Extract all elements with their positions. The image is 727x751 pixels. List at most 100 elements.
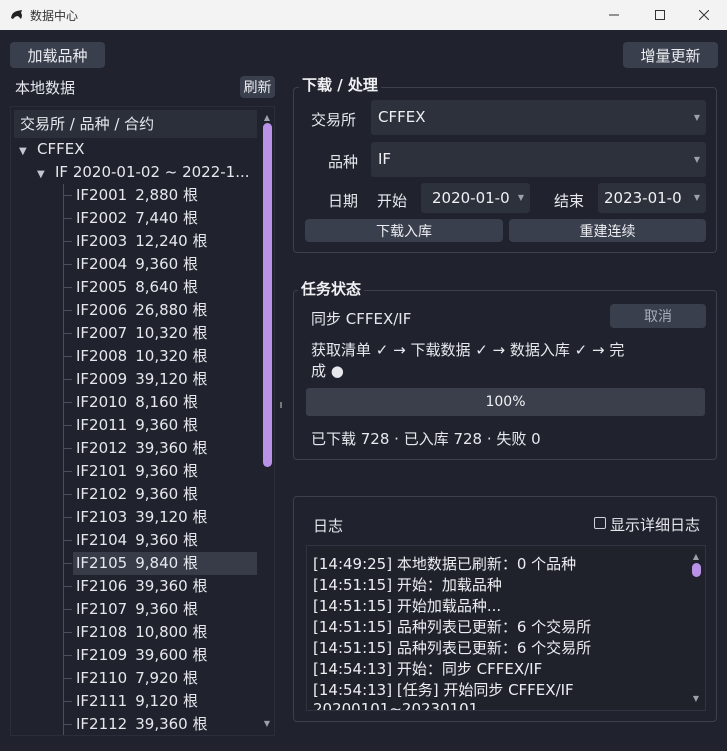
tree-guide-branch xyxy=(63,563,72,564)
title-bar: 数据中心 xyxy=(0,0,727,30)
close-icon[interactable] xyxy=(681,0,727,30)
task-progress-bar: 100% xyxy=(306,388,705,416)
tree-guide-branch xyxy=(63,333,72,334)
contract-code: IF2106 xyxy=(76,577,128,595)
contract-code: IF2010 xyxy=(76,393,128,411)
tree-contract-row[interactable]: IF2104 9,360 根 xyxy=(73,529,257,552)
tree-contract-row[interactable]: IF2112 39,360 根 xyxy=(73,713,257,735)
tree-guide-branch xyxy=(63,540,72,541)
tree-contract-row[interactable]: IF2010 8,160 根 xyxy=(73,391,257,414)
dropdown-arrow-icon: ▼ xyxy=(693,113,700,122)
tree-contract-row[interactable]: IF2102 9,360 根 xyxy=(73,483,257,506)
tree-contract-row[interactable]: IF2107 9,360 根 xyxy=(73,598,257,621)
log-output[interactable]: [14:49:25] 本地数据已刷新：0 个品种 [14:51:15] 开始：加载… xyxy=(306,545,706,711)
minimize-icon[interactable] xyxy=(591,0,637,30)
scrollbar-thumb[interactable] xyxy=(692,563,701,577)
contract-code: IF2008 xyxy=(76,347,128,365)
detail-log-label[interactable]: 显示详细日志 xyxy=(610,514,700,535)
tree-contract-row[interactable]: IF2109 39,600 根 xyxy=(73,644,257,667)
product-label: 品种 xyxy=(328,153,359,171)
tree-guide-branch xyxy=(63,517,72,518)
expand-chevron-icon[interactable]: ▼ xyxy=(37,163,55,186)
tree-guide-branch xyxy=(63,287,72,288)
scroll-down-arrow-icon[interactable]: ▼ xyxy=(691,694,701,703)
task-steps-line2: 成 ● xyxy=(311,362,344,380)
tree-contract-row[interactable]: IF2006 26,880 根 xyxy=(73,299,257,322)
cancel-button[interactable]: 取消 xyxy=(610,304,706,328)
start-date-input[interactable]: 2020-01-0 ▼ xyxy=(421,183,530,213)
log-line: [14:51:15] 开始：加载品种 xyxy=(313,576,502,594)
contract-code: IF2112 xyxy=(76,715,128,733)
contract-code: IF2110 xyxy=(76,669,128,687)
contract-bar-count: 10,320 根 xyxy=(135,324,208,342)
tree-guide-branch xyxy=(63,448,72,449)
load-products-button[interactable]: 加载品种 xyxy=(10,42,105,68)
contract-code: IF2004 xyxy=(76,255,128,273)
log-line: 20200101~20230101 xyxy=(313,700,479,711)
tree-contract-row[interactable]: IF2009 39,120 根 xyxy=(73,368,257,391)
log-line: [14:49:25] 本地数据已刷新：0 个品种 xyxy=(313,555,577,573)
tree-contract-row[interactable]: IF2111 9,120 根 xyxy=(73,690,257,713)
tree-guide-branch xyxy=(63,609,72,610)
tree-guide-branch xyxy=(63,402,72,403)
tree-contract-row[interactable]: IF2001 2,880 根 xyxy=(73,184,257,207)
tree-contract-row[interactable]: IF2004 9,360 根 xyxy=(73,253,257,276)
contract-bar-count: 10,800 根 xyxy=(135,623,208,641)
exchange-select[interactable]: CFFEX ▼ xyxy=(371,100,706,135)
contract-code: IF2109 xyxy=(76,646,128,664)
contract-bar-count: 10,320 根 xyxy=(135,347,208,365)
contract-bar-count: 12,240 根 xyxy=(135,232,208,250)
expand-chevron-icon[interactable]: ▼ xyxy=(19,140,37,163)
tree-guide-branch xyxy=(63,724,72,725)
contract-bar-count: 26,880 根 xyxy=(135,301,208,319)
incremental-update-button[interactable]: 增量更新 xyxy=(623,42,718,68)
log-line: [14:54:13] [任务] 开始同步 CFFEX/IF xyxy=(313,681,574,699)
start-date-value: 2020-01-0 xyxy=(432,189,510,207)
tree-guide-branch xyxy=(63,494,72,495)
log-title: 日志 xyxy=(313,517,344,535)
tree-contract-row[interactable]: IF2007 10,320 根 xyxy=(73,322,257,345)
tree-guide-branch xyxy=(63,264,72,265)
product-label: IF 2020-01-02 ~ 2022-1... xyxy=(55,163,250,181)
scrollbar-thumb[interactable] xyxy=(263,123,272,467)
tree-contract-row[interactable]: IF2103 39,120 根 xyxy=(73,506,257,529)
contract-bar-count: 39,360 根 xyxy=(135,715,208,733)
splitter-handle[interactable] xyxy=(280,402,282,408)
scroll-down-arrow-icon[interactable]: ▼ xyxy=(262,719,272,728)
contract-code: IF2006 xyxy=(76,301,128,319)
tree-product-row[interactable]: ▼ IF 2020-01-02 ~ 2022-1... xyxy=(37,161,250,184)
dropdown-arrow-icon: ▼ xyxy=(693,155,700,164)
maximize-icon[interactable] xyxy=(637,0,683,30)
tree-contract-row[interactable]: IF2110 7,920 根 xyxy=(73,667,257,690)
contract-bar-count: 9,840 根 xyxy=(135,554,198,572)
tree-contract-row[interactable]: IF2106 39,360 根 xyxy=(73,575,257,598)
detail-log-checkbox[interactable] xyxy=(594,517,606,529)
scroll-up-arrow-icon[interactable]: ▲ xyxy=(262,113,272,122)
refresh-button[interactable]: 刷新 xyxy=(240,76,275,98)
product-select[interactable]: IF ▼ xyxy=(371,142,706,177)
log-scrollbar[interactable]: ▲ ▼ xyxy=(689,546,703,710)
tree-contract-row[interactable]: IF2108 10,800 根 xyxy=(73,621,257,644)
dropdown-arrow-icon: ▼ xyxy=(693,193,700,202)
tree-exchange-row[interactable]: ▼ CFFEX xyxy=(19,138,84,161)
scroll-up-arrow-icon[interactable]: ▲ xyxy=(691,552,701,561)
download-import-button[interactable]: 下载入库 xyxy=(305,219,503,242)
contract-code: IF2009 xyxy=(76,370,128,388)
contract-bar-count: 7,440 根 xyxy=(135,209,198,227)
end-date-value: 2023-01-0 xyxy=(604,189,682,207)
tree-contract-row[interactable]: IF2011 9,360 根 xyxy=(73,414,257,437)
tree-contract-row[interactable]: IF2002 7,440 根 xyxy=(73,207,257,230)
tree-contract-row[interactable]: IF2101 9,360 根 xyxy=(73,460,257,483)
end-date-input[interactable]: 2023-01-0 ▼ xyxy=(598,183,706,213)
window-title: 数据中心 xyxy=(30,8,79,23)
tree-contract-row[interactable]: IF2008 10,320 根 xyxy=(73,345,257,368)
rebuild-continuous-button[interactable]: 重建连续 xyxy=(509,219,706,242)
tree-contract-row[interactable]: IF2005 8,640 根 xyxy=(73,276,257,299)
local-data-tree[interactable]: 交易所 / 品种 / 合约 ▼ CFFEX ▼ IF 2020-01-02 ~ 20… xyxy=(10,106,275,736)
tree-guide-branch xyxy=(63,678,72,679)
tree-contract-row[interactable]: IF2003 12,240 根 xyxy=(73,230,257,253)
tree-contract-row[interactable]: IF2012 39,360 根 xyxy=(73,437,257,460)
tree-scrollbar[interactable]: ▲ ▼ xyxy=(260,107,274,735)
tree-contract-row[interactable]: IF2105 9,840 根 xyxy=(73,552,257,575)
contract-code: IF2007 xyxy=(76,324,128,342)
